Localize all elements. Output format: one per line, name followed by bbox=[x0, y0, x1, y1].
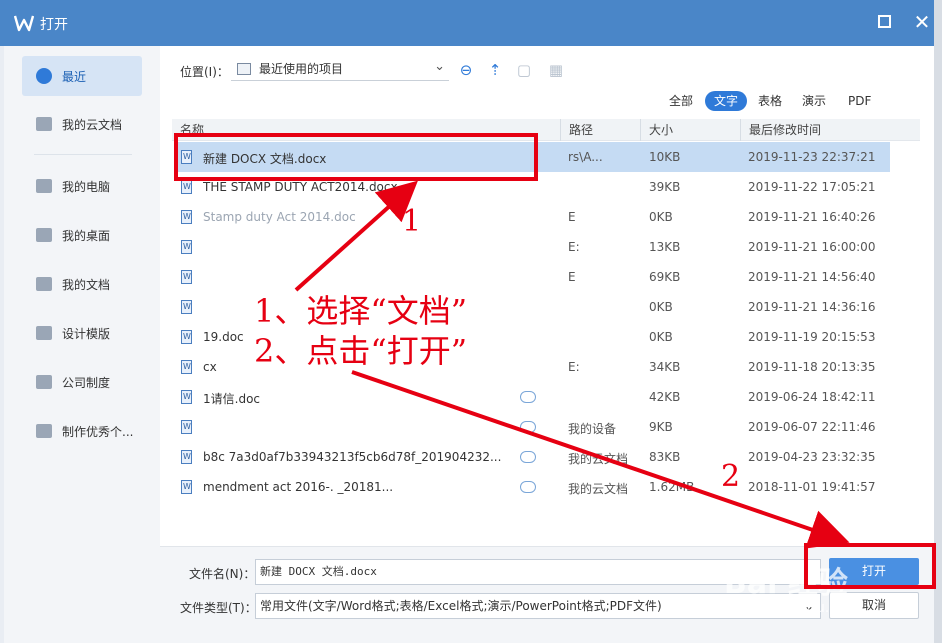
open-file-dialog: 打开 ✕ 最近 我的云文档 我的电脑 我的桌面 我的文档 设计模版 公司制度 制作优秀个...… bbox=[0, 0, 942, 643]
arrow-to-open bbox=[351, 370, 850, 549]
arrow-to-file bbox=[294, 180, 418, 292]
annotation-number-1: 1 bbox=[402, 204, 422, 239]
annotation-number-2: 2 bbox=[721, 459, 741, 494]
annotation-step-2: 2、点击“打开” bbox=[254, 332, 468, 370]
annotation-arrows bbox=[294, 180, 850, 549]
